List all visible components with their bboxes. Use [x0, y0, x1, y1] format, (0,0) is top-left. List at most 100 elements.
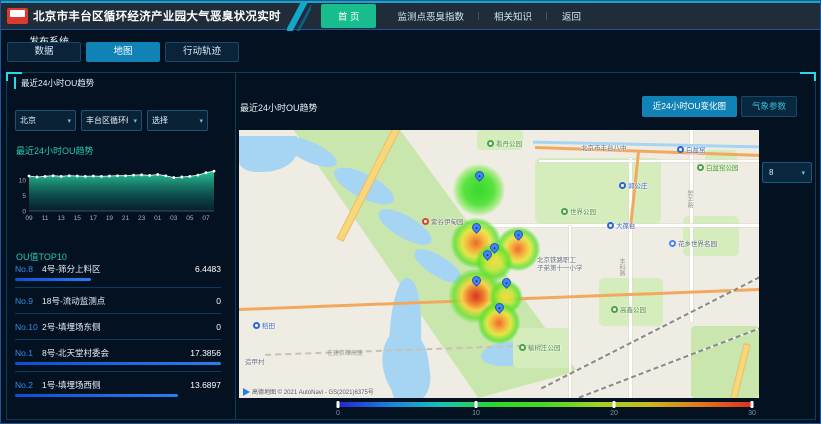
map-label-text: 在建京雄高速 — [327, 348, 363, 357]
park-icon — [487, 140, 494, 147]
map-label: 白盆窑 — [677, 144, 706, 154]
map-label-text: 郭公庄 — [628, 180, 648, 190]
svg-text:17: 17 — [90, 215, 98, 222]
map-label-text: 世界公园 — [570, 206, 596, 216]
map-label: 郭公庄 — [619, 180, 648, 190]
poi-icon — [669, 240, 676, 247]
top-list-item-line: No.102号-填埋场东侧0 — [15, 320, 221, 333]
map-label-text: 丰科路 — [617, 258, 626, 276]
map-label: 高鑫公园 — [611, 304, 646, 314]
map-label-text: 樊羊路 — [685, 190, 694, 208]
legend-tick — [612, 401, 615, 408]
map-attribution-text: 高德地图 © 2021 AutoNavi - GS(2021)6375号 — [252, 387, 374, 396]
filter-select-3[interactable]: 选择▾ — [147, 110, 208, 131]
map-label: 在建京雄高速 — [327, 348, 363, 357]
row-divider — [15, 371, 221, 372]
panel-title-tag: 最近24小时OU趋势 — [14, 77, 94, 89]
map-label: 稻田 — [253, 320, 275, 330]
tab-3[interactable]: 行动轨迹 — [165, 42, 239, 62]
main-panel: 最近24小时OU趋势 北京▾丰台区循环经济产业园▾选择▾ 最近24小时OU趋势 … — [6, 72, 816, 420]
header-slash-decoration — [287, 2, 311, 31]
map-button-2[interactable]: 气象参数 — [741, 96, 797, 117]
map-label-text: 大葆台 — [616, 220, 636, 230]
map-label: 花乡世界名园 — [669, 238, 717, 248]
filter-select-2[interactable]: 丰台区循环经济产业园▾ — [81, 110, 142, 131]
park-icon — [697, 164, 704, 171]
map-label: 子弟第十一小学 — [537, 262, 583, 272]
rank-label: No.8 — [15, 264, 42, 274]
nav-item-3[interactable]: 相关知识 — [479, 5, 547, 27]
scenic-spot-icon — [422, 218, 429, 225]
map-label-text: 白盆窑公园 — [706, 162, 739, 172]
ou-value: 6.4483 — [195, 264, 221, 274]
map-canvas[interactable]: 看丹公园紫谷伊甸园 世界公园 北京市丰台八中郭公庄 白盆窑白盆窑公园大葆台花乡世界名园… — [239, 130, 759, 398]
map-label: 樊羊路 — [685, 190, 694, 208]
map-label: 看丹公园 — [487, 138, 522, 148]
map-geography — [535, 158, 661, 224]
svg-text:5: 5 — [22, 193, 26, 200]
legend-tick-label: 10 — [472, 410, 480, 417]
rank-label: No.10 — [15, 322, 42, 332]
point-name: 1号-填埋场西侧 — [42, 379, 190, 391]
nav-item-4[interactable]: 返回 — [547, 5, 596, 27]
svg-text:23: 23 — [138, 215, 146, 222]
tab-2[interactable]: 地图 — [86, 42, 160, 62]
map-label: 世界公园 — [561, 206, 596, 216]
tab-1[interactable]: 数据 — [7, 42, 81, 62]
progress-track — [15, 362, 221, 365]
svg-text:10: 10 — [19, 178, 27, 185]
view-tabs: 数据地图行动轨迹 — [7, 42, 244, 62]
svg-text:01: 01 — [154, 215, 162, 222]
top-list-item[interactable]: No.918号-流动监测点0 — [15, 294, 221, 314]
map-label: 北京市丰台八中 — [581, 142, 627, 152]
park-icon — [561, 208, 568, 215]
svg-text:05: 05 — [186, 215, 194, 222]
map-level-select[interactable]: 8 ▾ — [762, 162, 812, 183]
sidebar-divider — [235, 73, 236, 419]
map-label-text: 花乡世界名园 — [678, 238, 717, 248]
point-name: 8号-北天堂村委会 — [42, 347, 190, 359]
svg-text:03: 03 — [170, 215, 178, 222]
progress-bar — [15, 362, 221, 365]
nav-item-1[interactable]: 首 页 — [321, 4, 377, 28]
map-label-text: 造甲村 — [245, 356, 265, 366]
app-title: 北京市丰台区循环经济产业园大气恶臭状况实时 — [33, 8, 281, 24]
metro-station-icon — [619, 182, 626, 189]
progress-bar — [15, 394, 178, 397]
rank-label: No.9 — [15, 296, 42, 306]
top-list-item[interactable]: No.84号-筛分上料区6.4483 — [15, 262, 221, 288]
chevron-down-icon: ▾ — [199, 117, 203, 125]
top-list-item[interactable]: No.18号-北天堂村委会17.3856 — [15, 346, 221, 372]
rank-label: No.2 — [15, 380, 42, 390]
svg-text:09: 09 — [25, 215, 33, 222]
rank-label: No.1 — [15, 348, 42, 358]
map-section-title: 最近24小时OU趋势 — [240, 101, 318, 114]
select-value: 北京 — [20, 115, 36, 126]
progress-bar — [15, 278, 91, 281]
map-label: 紫谷伊甸园 — [422, 216, 464, 226]
main-nav: 首 页监测点恶臭指数相关知识返回 — [321, 4, 596, 28]
top-header: 北京市丰台区循环经济产业园大气恶臭状况实时 首 页监测点恶臭指数相关知识返回 — [1, 1, 820, 30]
map-geography — [691, 326, 759, 398]
chevron-down-icon: ▾ — [133, 117, 137, 125]
legend-tick — [474, 401, 477, 408]
ou-trend-chart: 0510091113151719212301030507 — [11, 155, 219, 227]
top-list-item-line: No.18号-北天堂村委会17.3856 — [15, 346, 221, 359]
metro-station-icon — [253, 322, 260, 329]
top-list-item[interactable]: No.102号-填埋场东侧0 — [15, 320, 221, 340]
map-button-1[interactable]: 近24小时OU变化图 — [642, 96, 737, 117]
legend-tick — [337, 401, 340, 408]
map-label-text: 紫谷伊甸园 — [431, 216, 464, 226]
progress-track — [15, 394, 221, 397]
map-level-value: 8 — [769, 168, 773, 177]
metro-station-icon — [677, 146, 684, 153]
amap-logo-icon — [243, 388, 250, 396]
row-divider — [15, 313, 221, 314]
top-list-item[interactable]: No.21号-填埋场西侧13.6897 — [15, 378, 221, 397]
map-label: 丰科路 — [617, 258, 626, 276]
row-divider — [15, 339, 221, 340]
nav-item-2[interactable]: 监测点恶臭指数 — [382, 5, 479, 27]
map-label-text: 榆树庄公园 — [528, 342, 561, 352]
legend-tick-label: 0 — [336, 410, 340, 417]
filter-select-1[interactable]: 北京▾ — [15, 110, 76, 131]
